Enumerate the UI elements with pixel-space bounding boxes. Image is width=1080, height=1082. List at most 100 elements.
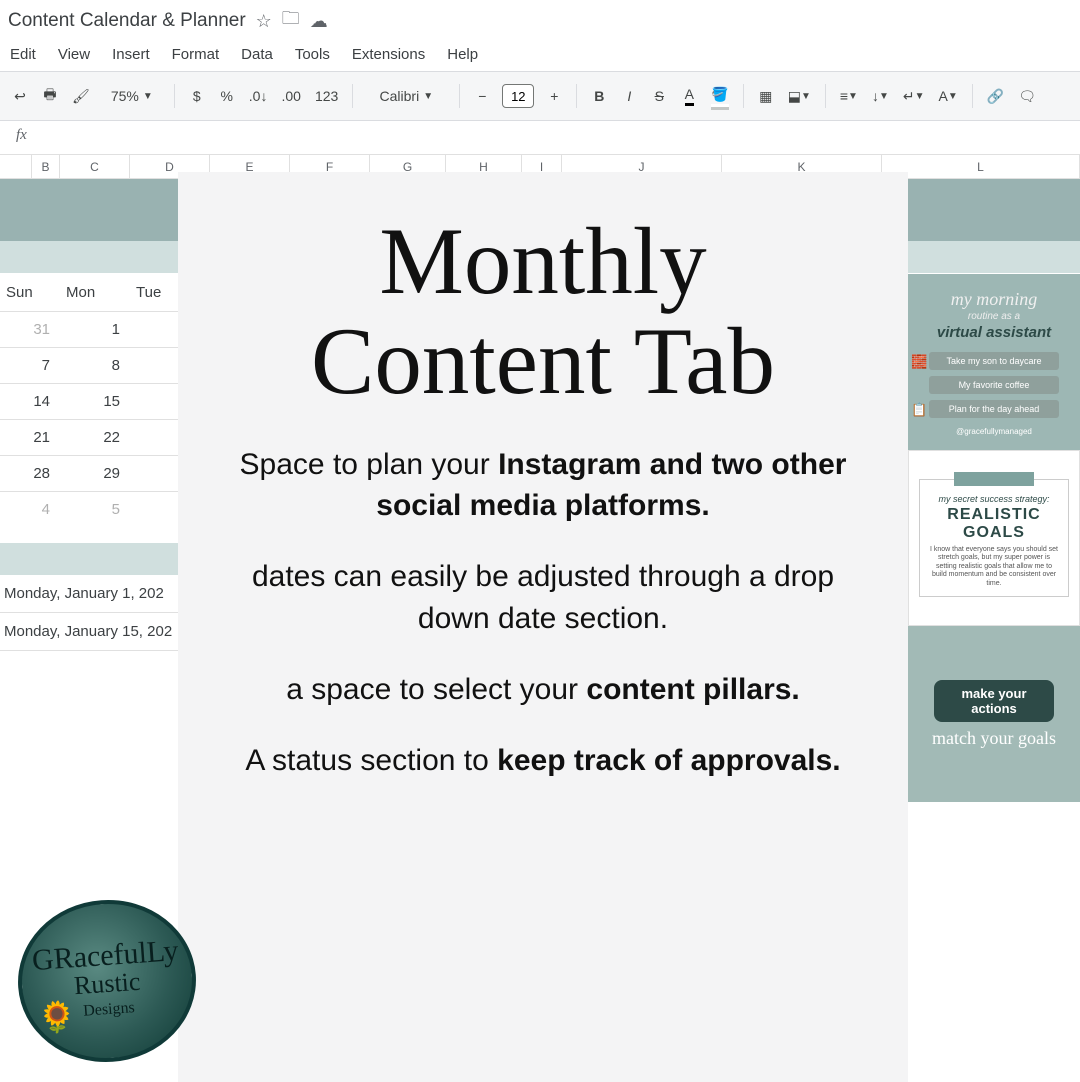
chevron-down-icon: ▼ <box>143 91 153 102</box>
preview2-tab <box>954 472 1034 486</box>
calendar-cell[interactable]: 21 <box>0 429 60 446</box>
menu-data[interactable]: Data <box>241 46 273 63</box>
overlay-info-card: MonthlyContent Tab Space to plan your In… <box>178 172 908 1082</box>
print-button[interactable]: 🖶 <box>36 81 64 111</box>
toolbar: ↩ 🖶 🖌 75%▼ $ % .0↓ .00 123 Calibri▼ − + … <box>0 71 1080 121</box>
merge-cells-button[interactable]: ⬓ ▼ <box>782 81 817 111</box>
column-header[interactable]: B <box>32 155 60 178</box>
horizontal-align-button[interactable]: ≡ ▼ <box>834 81 864 111</box>
font-size-group: − + <box>468 81 568 111</box>
preview2-pre: my secret success strategy: <box>928 494 1060 504</box>
chevron-down-icon: ▼ <box>423 91 433 102</box>
decrease-decimal-button[interactable]: .0↓ <box>243 81 274 111</box>
menu-tools[interactable]: Tools <box>295 46 330 63</box>
more-formats-button[interactable]: 123 <box>309 81 344 111</box>
menu-insert[interactable]: Insert <box>112 46 150 63</box>
calendar-cell[interactable]: 8 <box>60 357 130 374</box>
overlay-title: MonthlyContent Tab <box>222 212 864 412</box>
menu-extensions[interactable]: Extensions <box>352 46 425 63</box>
font-size-increase[interactable]: + <box>540 81 568 111</box>
title-bar: Content Calendar & Planner ☆ 🗀 ☁ <box>0 0 1080 42</box>
text-rotation-button[interactable]: A ▼ <box>933 81 964 111</box>
calendar-cell[interactable]: 1 <box>60 321 130 338</box>
currency-button[interactable]: $ <box>183 81 211 111</box>
increase-decimal-button[interactable]: .00 <box>275 81 306 111</box>
redo-button[interactable]: ↩ <box>6 81 34 111</box>
fx-label: fx <box>16 127 27 144</box>
italic-button[interactable]: I <box>615 81 643 111</box>
preview1-pill: 📋Plan for the day ahead <box>929 400 1059 418</box>
column-header[interactable]: C <box>60 155 130 178</box>
preview1-sub: routine as a <box>968 311 1020 322</box>
separator <box>825 84 826 108</box>
chevron-down-icon: ▼ <box>915 91 925 102</box>
insert-comment-button[interactable]: 🗨 <box>1012 81 1042 111</box>
menu-edit[interactable]: Edit <box>10 46 36 63</box>
chevron-down-icon: ▼ <box>801 91 811 102</box>
separator <box>174 84 175 108</box>
text-wrap-button[interactable]: ↵ ▼ <box>897 81 931 111</box>
insert-link-button[interactable]: 🔗 <box>981 81 1010 111</box>
calendar-cell[interactable]: 29 <box>60 465 130 482</box>
separator <box>459 84 460 108</box>
text-color-button[interactable]: A <box>675 81 703 111</box>
preview2-text: I know that everyone says you should set… <box>928 546 1060 588</box>
calendar-cell[interactable]: 22 <box>60 429 130 446</box>
menu-view[interactable]: View <box>58 46 90 63</box>
calendar-cell[interactable]: 4 <box>0 501 60 518</box>
zoom-select[interactable]: 75%▼ <box>98 81 166 111</box>
formula-bar: fx <box>0 121 1080 155</box>
preview-card-1: my morning routine as a virtual assistan… <box>908 274 1080 450</box>
chevron-down-icon: ▼ <box>948 91 958 102</box>
font-size-input[interactable] <box>502 84 534 108</box>
preview1-title: my morning <box>951 289 1038 310</box>
font-size-decrease[interactable]: − <box>468 81 496 111</box>
preview3-sub: match your goals <box>932 728 1056 749</box>
calendar-cell[interactable]: 7 <box>0 357 60 374</box>
separator <box>972 84 973 108</box>
logo-line3: Designs <box>83 999 136 1021</box>
column-header[interactable] <box>0 155 32 178</box>
preview1-pill: 🧱Take my son to daycare <box>929 352 1059 370</box>
separator <box>576 84 577 108</box>
calendar-cell[interactable]: 31 <box>0 321 60 338</box>
blocks-icon: 🧱 <box>911 354 927 370</box>
day-header-mon: Mon <box>60 284 130 301</box>
preview-card-3: make youractions match your goals <box>908 626 1080 802</box>
bold-button[interactable]: B <box>585 81 613 111</box>
menu-bar: Edit View Insert Format Data Tools Exten… <box>0 42 1080 71</box>
paint-format-button[interactable]: 🖌 <box>66 81 96 111</box>
strikethrough-button[interactable]: S <box>645 81 673 111</box>
menu-format[interactable]: Format <box>172 46 220 63</box>
preview1-pill: My favorite coffee <box>929 376 1059 394</box>
preview2-main: REALISTIC GOALS <box>928 506 1060 542</box>
calendar-cell[interactable]: 5 <box>60 501 130 518</box>
calendar-cell[interactable]: 14 <box>0 393 60 410</box>
fill-color-button[interactable]: 🪣 <box>705 81 734 111</box>
preview1-strong: virtual assistant <box>937 324 1051 341</box>
overlay-body: Space to plan your Instagram and two oth… <box>222 444 864 782</box>
cloud-status-icon[interactable]: ☁ <box>310 11 328 32</box>
calendar-cell[interactable]: 15 <box>60 393 130 410</box>
menu-help[interactable]: Help <box>447 46 478 63</box>
preview1-handle: @gracefullymanaged <box>956 427 1032 436</box>
vertical-align-button[interactable]: ↓ ▼ <box>866 81 895 111</box>
calendar-cell[interactable]: 28 <box>0 465 60 482</box>
preview3-pill: make youractions <box>934 680 1054 722</box>
move-folder-icon[interactable]: 🗀 <box>282 6 300 36</box>
star-icon[interactable]: ☆ <box>256 11 272 32</box>
percent-button[interactable]: % <box>213 81 241 111</box>
column-header[interactable]: L <box>882 155 1080 178</box>
chevron-down-icon: ▼ <box>848 91 858 102</box>
preview-card-2: my secret success strategy: REALISTIC GO… <box>908 450 1080 626</box>
clipboard-icon: 📋 <box>911 402 927 418</box>
chevron-down-icon: ▼ <box>879 91 889 102</box>
logo-line2: Rustic <box>73 966 141 1001</box>
font-select[interactable]: Calibri▼ <box>361 81 451 111</box>
instagram-previews: my morning routine as a virtual assistan… <box>908 274 1080 802</box>
sunflower-icon: 🌻 <box>37 999 77 1037</box>
doc-title[interactable]: Content Calendar & Planner <box>8 10 246 32</box>
brand-logo: 🌻 GRacefulLy Rustic Designs <box>13 894 202 1068</box>
borders-button[interactable]: ▦ <box>752 81 780 111</box>
separator <box>743 84 744 108</box>
